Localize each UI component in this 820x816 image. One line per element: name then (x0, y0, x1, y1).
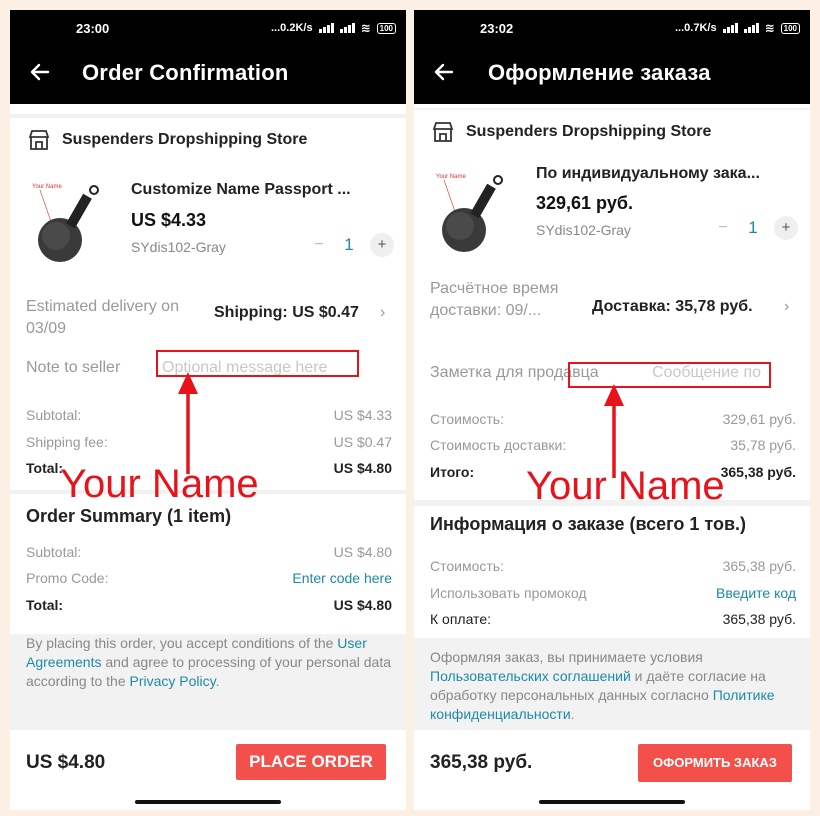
increase-button[interactable]: + (370, 233, 394, 257)
annotation-text: Your Name (60, 462, 259, 506)
promo-code-link[interactable]: Введите код (716, 585, 796, 601)
bottom-total: US $4.80 (26, 752, 106, 773)
back-arrow-icon[interactable] (26, 58, 54, 86)
battery-icon: 100 (780, 22, 800, 34)
shipping-cost[interactable]: Доставка: 35,78 руб. (592, 298, 753, 316)
app-bar: Order Confirmation (10, 46, 406, 104)
status-bar: 23:00 ...0.2K/s ≋ 100 (10, 10, 406, 46)
wifi-icon: ≋ (360, 21, 371, 35)
chevron-right-icon[interactable]: › (784, 298, 789, 316)
annotation-arrow-icon (178, 372, 198, 474)
store-name: Suspenders Dropshipping Store (466, 123, 712, 140)
product-sku: SYdis102-Gray (131, 239, 226, 255)
bottom-bar: US $4.80 PLACE ORDER (10, 730, 406, 810)
order-summary-card: Order Summary (1 item) Subtotal: US $4.8… (10, 494, 406, 634)
quantity-stepper: − 1 + (714, 216, 798, 240)
product-price: 329,61 руб. (536, 193, 633, 213)
increase-button[interactable]: + (774, 216, 798, 240)
store-card: Suspenders Dropshipping Store Your Name … (10, 118, 406, 490)
status-bar: 23:02 ...0.7K/s ≋ 100 (414, 10, 810, 46)
page-title: Order Confirmation (82, 60, 289, 85)
annotation-text: Your Name (526, 464, 725, 508)
product-sku: SYdis102-Gray (536, 222, 631, 238)
store-name: Suspenders Dropshipping Store (62, 131, 308, 148)
home-indicator[interactable] (539, 800, 685, 804)
signal-icon-2 (339, 23, 355, 33)
network-speed: ...0.7K/s (675, 22, 717, 34)
note-label: Note to seller (26, 359, 121, 376)
product-image[interactable]: Your Name (26, 176, 121, 271)
user-agreements-link[interactable]: Пользовательских соглашений (430, 668, 631, 684)
decrease-button[interactable]: − (714, 219, 732, 237)
product-title[interactable]: Customize Name Passport ... (131, 181, 351, 199)
summary-title: Информация о заказе (всего 1 тов.) (430, 514, 747, 534)
summary-total-row: К оплате: 365,38 руб. (430, 611, 796, 627)
place-order-button[interactable]: ОФОРМИТЬ ЗАКАЗ (638, 744, 792, 782)
annotation-highlight-box (568, 362, 771, 388)
quantity-stepper: − 1 + (310, 233, 394, 257)
summary-title: Order Summary (1 item) (26, 506, 232, 526)
bottom-total: 365,38 руб. (430, 752, 533, 773)
quantity-value: 1 (748, 218, 758, 237)
store-icon (432, 122, 454, 142)
product-title[interactable]: По индивидуальному зака... (536, 165, 760, 183)
product-price: US $4.33 (131, 210, 207, 230)
wifi-icon: ≋ (764, 21, 775, 35)
chevron-right-icon[interactable]: › (380, 304, 385, 322)
top-spacer (10, 104, 406, 114)
product-image-caption: Your Name (32, 184, 62, 190)
app-bar: Оформление заказа (414, 46, 810, 104)
phone-screen-russian: 23:02 ...0.7K/s ≋ 100 Оформление заказа … (414, 10, 810, 810)
back-arrow-icon[interactable] (430, 58, 458, 86)
battery-icon: 100 (376, 22, 396, 34)
summary-subtotal-row: Subtotal: US $4.80 (26, 544, 392, 560)
promo-row: Promo Code: Enter code here (26, 570, 392, 586)
quantity-value: 1 (344, 235, 354, 254)
product-image-caption: Your Name (436, 174, 466, 180)
signal-icon-2 (743, 23, 759, 33)
subtotal-row: Subtotal: US $4.33 (26, 407, 392, 423)
summary-total-row: Total: US $4.80 (26, 597, 392, 613)
page-title: Оформление заказа (488, 60, 711, 85)
shipping-fee-row: Shipping fee: US $0.47 (26, 434, 392, 450)
status-time: 23:00 (76, 21, 110, 36)
status-time: 23:02 (480, 21, 514, 36)
privacy-policy-link[interactable]: Privacy Policy (130, 673, 216, 689)
phone-screen-english: 23:00 ...0.2K/s ≋ 100 Order Confirmation… (10, 10, 406, 810)
signal-icon (722, 23, 738, 33)
legal-text: Оформляя заказ, вы принимаете условия По… (430, 649, 775, 722)
network-speed: ...0.2K/s (271, 22, 313, 34)
bottom-bar: 365,38 руб. ОФОРМИТЬ ЗАКАЗ (414, 730, 810, 810)
top-spacer (414, 104, 810, 108)
order-summary-card: Информация о заказе (всего 1 тов.) Стоим… (414, 506, 810, 638)
shipping-cost[interactable]: Shipping: US $0.47 (214, 304, 359, 322)
decrease-button[interactable]: − (310, 236, 328, 254)
summary-subtotal-row: Стоимость: 365,38 руб. (430, 558, 796, 574)
signal-icon (318, 23, 334, 33)
home-indicator[interactable] (135, 800, 281, 804)
promo-code-link[interactable]: Enter code here (292, 570, 392, 586)
estimated-delivery: Estimated delivery on 03/09 (26, 298, 179, 337)
place-order-button[interactable]: PLACE ORDER (236, 744, 386, 780)
promo-row: Использовать промокод Введите код (430, 585, 796, 601)
store-icon (28, 130, 50, 150)
estimated-delivery: Расчётное время доставки: 09/... (430, 280, 559, 319)
product-image[interactable]: Your Name (430, 166, 525, 261)
legal-text: By placing this order, you accept condit… (26, 635, 392, 689)
